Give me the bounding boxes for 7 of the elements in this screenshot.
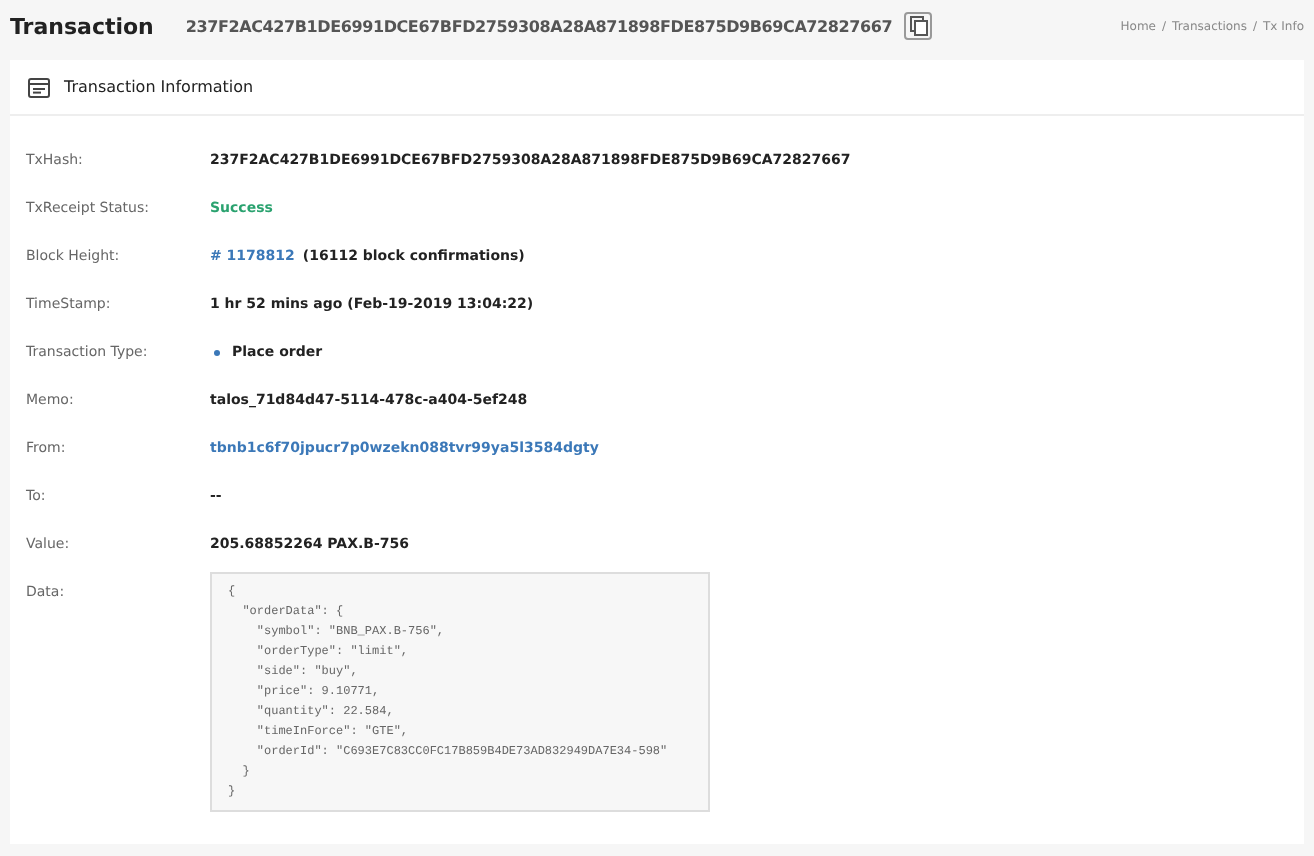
copy-icon	[909, 16, 928, 36]
calendar-icon	[28, 77, 50, 97]
bullet-icon	[214, 349, 220, 355]
card-title: Transaction Information	[64, 78, 254, 96]
transaction-hash: 237F2AC427B1DE6991DCE67BFD2759308A28A871898FDE875D9B69CA72827667	[185, 17, 893, 35]
copy-button[interactable]	[904, 12, 933, 40]
page-title: Transaction	[10, 13, 154, 39]
